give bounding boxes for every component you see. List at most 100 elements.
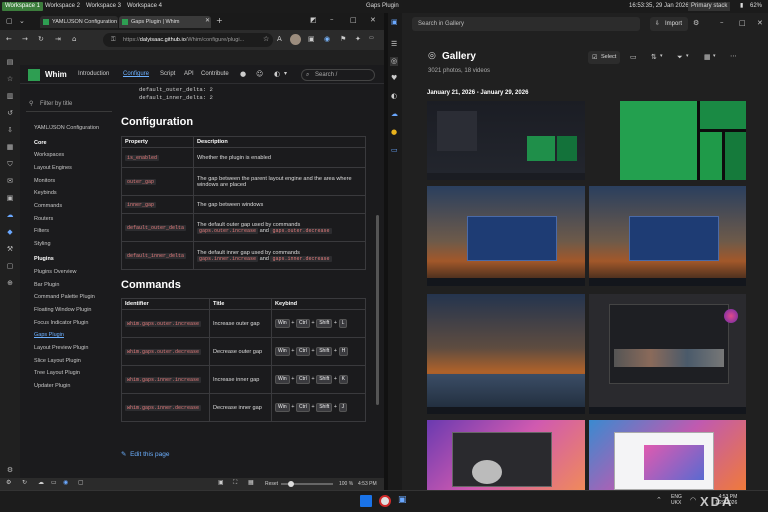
filter-input[interactable]: ⚲ Filter by title: [26, 98, 112, 112]
forward-icon[interactable]: →: [22, 36, 28, 43]
workspace-4-tab[interactable]: Workspace 4: [124, 2, 165, 11]
zoom-slider-thumb[interactable]: [288, 481, 294, 487]
taskbar-photos-icon[interactable]: ▣: [398, 495, 407, 505]
maximize-icon[interactable]: □: [739, 20, 746, 27]
sidebar-item-keybinds[interactable]: Keybinds: [34, 190, 57, 196]
close-tab-icon[interactable]: ✕: [205, 18, 210, 24]
more-options-icon[interactable]: ⋯: [730, 53, 737, 60]
page-scrollbar[interactable]: [376, 215, 379, 405]
stack-label[interactable]: Primary stack: [688, 2, 731, 11]
favorite-star-icon[interactable]: ☆: [263, 36, 269, 43]
import-button[interactable]: ⇩ Import: [650, 17, 688, 31]
slideshow-icon[interactable]: ▭: [630, 54, 637, 61]
nav-introduction[interactable]: Introduction: [78, 71, 109, 77]
theme-toggle-icon[interactable]: ◐: [274, 70, 280, 78]
back-icon[interactable]: ←: [6, 36, 12, 43]
tab-yaml-config[interactable]: YAML/JSON Configuration: [40, 16, 118, 28]
minimize-icon[interactable]: –: [330, 16, 334, 23]
tab-gaps-plugin[interactable]: Gaps Plugin | Whim: [119, 16, 211, 28]
start-button-icon[interactable]: [360, 495, 372, 507]
extensions-puzzle-icon[interactable]: ✦: [355, 36, 361, 43]
sidebar-collections-icon[interactable]: ▤: [0, 58, 20, 66]
sidebar-item-monitors[interactable]: Monitors: [34, 178, 55, 184]
sidebar-favorites-icon[interactable]: ☆: [0, 75, 20, 83]
sidebar-item-commands[interactable]: Commands: [34, 203, 62, 209]
github-icon[interactable]: ●: [240, 70, 246, 78]
photo-thumbnail[interactable]: [589, 294, 746, 414]
sidebar-item-routers[interactable]: Routers: [34, 216, 53, 222]
sidebar-item-command-palette[interactable]: Command Palette Plugin: [34, 294, 95, 300]
whim-logo-icon[interactable]: [28, 69, 40, 81]
photo-thumbnail[interactable]: [427, 294, 585, 414]
sidebar-item-filters[interactable]: Filters: [34, 228, 49, 234]
tab-search-icon[interactable]: ⌄: [19, 18, 25, 25]
status-folder-icon[interactable]: ▭: [51, 480, 57, 486]
edit-page-link[interactable]: ✎ Edit this page: [121, 450, 169, 458]
sidebar-item-yaml-json[interactable]: YAML/JSON Configuration: [34, 125, 99, 131]
sidebar-calendar-icon[interactable]: ▣: [0, 194, 20, 202]
status-page-icon[interactable]: ▢: [78, 480, 84, 486]
sidebar-item-plugins-overview[interactable]: Plugins Overview: [34, 269, 77, 275]
sidebar-app-icon[interactable]: ◆: [0, 228, 20, 236]
folder-icon[interactable]: ▭: [391, 147, 398, 154]
vpn-icon[interactable]: ▭: [369, 36, 374, 41]
sidebar-item-slice-layout[interactable]: Slice Layout Plugin: [34, 358, 81, 364]
people-icon[interactable]: ◐: [391, 93, 397, 100]
sidebar-shield-icon[interactable]: ⛉: [0, 160, 20, 169]
select-button[interactable]: ☑ Select: [588, 51, 620, 64]
refresh-icon[interactable]: ↻: [38, 36, 44, 43]
onedrive-icon[interactable]: ☁: [391, 111, 398, 118]
sidebar-cloud-icon[interactable]: ☁: [0, 211, 20, 219]
profile-avatar[interactable]: [290, 34, 301, 45]
read-aloud-icon[interactable]: A: [277, 36, 282, 43]
photo-thumbnail[interactable]: [620, 101, 746, 180]
zoom-reset-button[interactable]: Reset: [265, 481, 278, 487]
sidebar-history-icon[interactable]: ↺: [0, 109, 20, 117]
view-dropdown-icon[interactable]: ▾: [713, 54, 716, 59]
sidebar-add-icon[interactable]: ⊕: [0, 279, 20, 287]
password-icon[interactable]: ⚑: [340, 36, 346, 43]
tab-actions-icon[interactable]: ⇥: [55, 36, 61, 43]
photos-app-icon[interactable]: ▣: [391, 19, 398, 26]
photo-thumbnail[interactable]: [427, 420, 585, 490]
new-tab-icon[interactable]: +: [216, 17, 223, 25]
site-info-icon[interactable]: ⚿: [111, 33, 116, 47]
copilot-icon[interactable]: ◩: [310, 17, 317, 24]
photo-thumbnail[interactable]: [427, 186, 585, 286]
nav-contribute[interactable]: Contribute: [201, 71, 229, 77]
sidebar-item-focus-indicator[interactable]: Focus Indicator Plugin: [34, 320, 88, 326]
status-sync-icon[interactable]: ↻: [22, 480, 27, 486]
menu-icon[interactable]: ☰: [391, 41, 397, 48]
nav-script[interactable]: Script: [160, 71, 175, 77]
sidebar-item-styling[interactable]: Styling: [34, 241, 51, 247]
taskbar-app-icon[interactable]: [379, 495, 391, 507]
theme-dropdown-icon[interactable]: ▾: [284, 70, 287, 77]
extension-icon[interactable]: ◉: [324, 36, 330, 43]
address-bar[interactable]: ⚿ https://dalyisaac.github.io/Whim/confi…: [103, 33, 273, 47]
tray-chevron-icon[interactable]: ⌃: [656, 496, 662, 504]
status-app-icon[interactable]: ◉: [63, 480, 68, 486]
filter-icon[interactable]: ⏷: [677, 54, 683, 61]
photo-thumbnail[interactable]: [589, 186, 746, 286]
sidebar-mail-icon[interactable]: ✉: [0, 177, 20, 185]
icloud-icon[interactable]: ●: [391, 129, 397, 136]
sidebar-downloads-icon[interactable]: ⇩: [0, 126, 20, 134]
sidebar-reading-icon[interactable]: ▥: [0, 92, 20, 100]
workspace-menu-icon[interactable]: ▢: [6, 18, 13, 25]
discord-icon[interactable]: ☺: [256, 70, 263, 78]
sidebar-item-gaps-plugin[interactable]: Gaps Plugin: [34, 332, 64, 338]
settings-gear-icon[interactable]: ⚙: [693, 20, 699, 27]
workspace-2-tab[interactable]: Workspace 2: [42, 2, 83, 11]
sidebar-item-workspaces[interactable]: Workspaces: [34, 152, 64, 158]
sort-dropdown-icon[interactable]: ▾: [660, 54, 663, 59]
sidebar-apps-icon[interactable]: ▦: [0, 143, 20, 151]
site-logo-text[interactable]: Whim: [45, 70, 67, 79]
collections-icon[interactable]: ▣: [308, 36, 315, 43]
photo-thumbnail[interactable]: [589, 420, 746, 490]
status-settings-icon[interactable]: ⚙: [6, 480, 11, 486]
nav-configure[interactable]: Configure: [123, 71, 149, 77]
photo-thumbnail[interactable]: [427, 101, 585, 180]
status-cloud-icon[interactable]: ☁: [38, 480, 44, 486]
sidebar-settings-icon[interactable]: ⚙: [0, 466, 20, 474]
close-icon[interactable]: ✕: [370, 17, 376, 24]
